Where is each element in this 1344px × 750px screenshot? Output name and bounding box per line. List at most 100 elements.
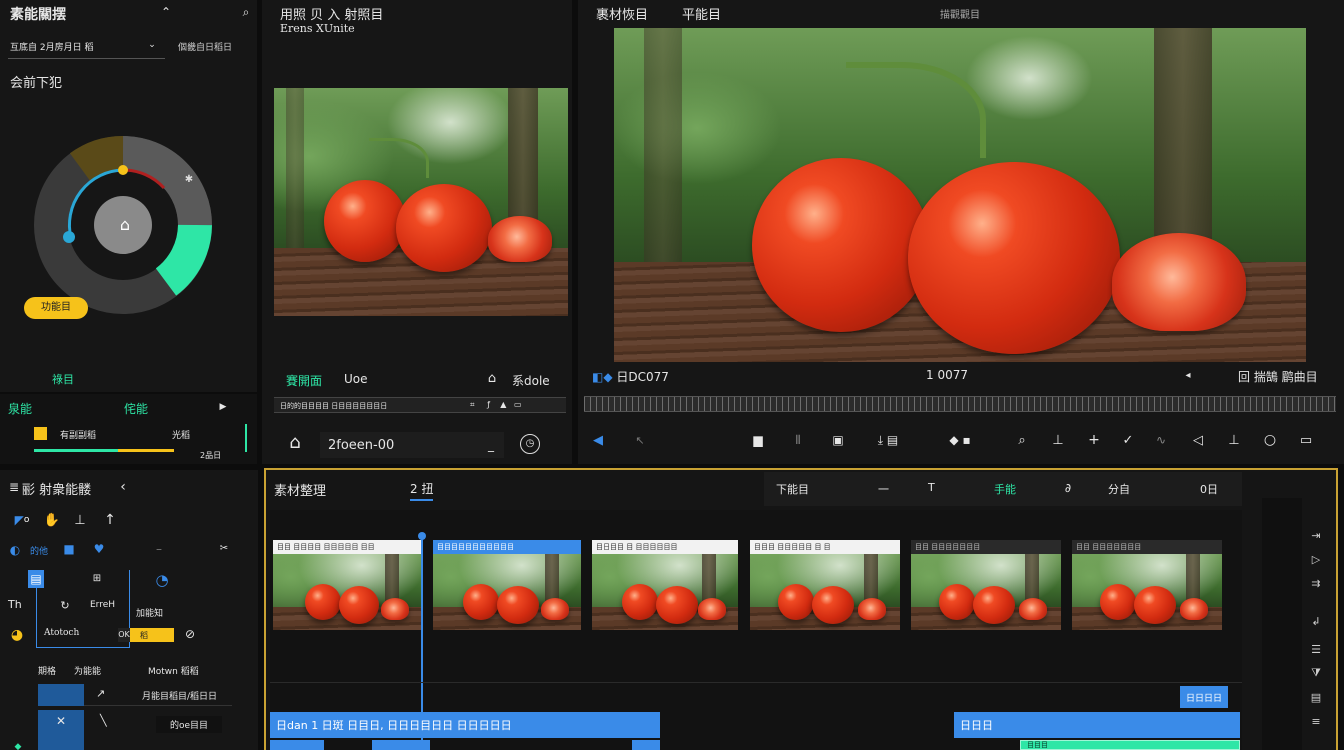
video-clip[interactable]: 目目目 目目目目目 目 目 — [750, 540, 900, 630]
dash-icon: – — [156, 542, 162, 556]
play-outline-icon[interactable]: ▷ — [1308, 552, 1324, 566]
zoom-icon[interactable]: ⌕ — [1014, 432, 1030, 448]
wave-icon[interactable]: ∿ — [1152, 432, 1170, 448]
checkbox[interactable] — [34, 427, 47, 440]
slash-circle-icon[interactable]: ⊘ — [182, 626, 198, 642]
search-icon[interactable]: ⌕ — [238, 4, 254, 20]
table-row[interactable]: ✕ ╲ 的oe目目 — [38, 710, 232, 750]
arrow-right-icon[interactable]: ⇥ — [1308, 528, 1324, 542]
video-clip-selected[interactable]: 目目目目目目目目目目目 — [433, 540, 581, 630]
panel-icon[interactable]: ▤ — [1308, 690, 1324, 704]
header-item-2[interactable]: 一 — [878, 481, 889, 497]
link-icon[interactable]: ∂ — [1060, 480, 1076, 496]
header-item-4[interactable]: 手能 — [994, 481, 1016, 497]
video-clip[interactable]: 目日目目 目 目目目目目目 — [592, 540, 738, 630]
tab-active[interactable]: 賽開面 — [286, 372, 322, 389]
program-scrubber[interactable] — [584, 396, 1336, 412]
clip-label: 目目 目目目目目目目 — [911, 540, 1061, 554]
hand-icon[interactable]: ✋ — [44, 512, 60, 528]
green-clip[interactable]: 目目目 — [1020, 740, 1240, 750]
triangle-left-icon[interactable]: ◁ — [1190, 432, 1206, 448]
lock-icon[interactable]: ▤ — [28, 570, 44, 588]
right-scroll-column[interactable] — [1262, 498, 1302, 750]
marker-icon[interactable]: ◂ — [1182, 370, 1194, 382]
base-icon[interactable]: ⊥ — [1226, 432, 1242, 448]
program-preview-image — [614, 28, 1306, 362]
tag-clip[interactable]: 日日日日 — [1180, 686, 1228, 708]
list-icon[interactable]: ☰ — [1308, 642, 1324, 656]
filter-dropdown[interactable]: 互底自 2月房月日 稻 — [10, 40, 93, 53]
lower-clip[interactable] — [632, 740, 660, 750]
paint-icon[interactable]: ◆ ▪ — [942, 432, 978, 448]
header-item-6[interactable]: 0日 — [1200, 481, 1218, 497]
timeline-title: 素材整理 — [274, 484, 327, 499]
video-icon[interactable]: ◤ o — [8, 512, 36, 528]
pen-icon[interactable]: ✓ — [1120, 432, 1136, 448]
home-small-icon[interactable]: ⌂ — [484, 370, 500, 386]
ok-badge-icon: OK — [118, 628, 130, 642]
audio-clip[interactable]: 日dan 1 日斑 日目日, 日日日目日日 日日日日日 — [270, 712, 660, 738]
upload-icon[interactable]: ⊥ — [72, 512, 88, 528]
program-title-2: 平能目 — [682, 8, 722, 23]
slider-icon[interactable]: ⫴ — [790, 432, 806, 448]
rotate-icon[interactable]: ↻ — [58, 598, 72, 612]
filter-icon[interactable]: ⧩ — [1308, 666, 1324, 680]
video-clip[interactable]: 目目 目目目目目目目 — [1072, 540, 1222, 630]
video-clip[interactable]: 目目 目目目目目目目 — [911, 540, 1061, 630]
tools-title: 彨 射衆能髅 — [22, 483, 92, 498]
enter-icon[interactable]: ↲ — [1308, 614, 1324, 628]
video-clip[interactable]: 目目 目目目目 目目目目目 目目 — [273, 540, 421, 630]
lower-clip[interactable] — [372, 740, 430, 750]
row3-c: 加能知 — [136, 609, 164, 619]
media-panel-title: 素能關摆 — [10, 7, 66, 23]
arrow-left-icon[interactable]: ◀ — [590, 432, 606, 448]
clock-blue-icon[interactable]: ◔ — [152, 570, 172, 590]
cut-icon[interactable]: ⤓ ▤ — [870, 432, 906, 448]
table-header-b: 为能能 — [74, 667, 102, 677]
playhead-handle[interactable] — [418, 532, 426, 540]
chevron-down-icon[interactable]: ⌄ — [147, 39, 157, 51]
right-label: 侘能 — [124, 402, 149, 416]
up-icon[interactable]: ↑ — [102, 512, 118, 528]
frame-icon[interactable]: ▣ — [830, 432, 846, 448]
menu-icon[interactable]: ≡ — [1308, 714, 1324, 728]
heart-icon[interactable]: ♥ — [92, 542, 106, 556]
counter: 2品日 — [200, 451, 222, 460]
skip-icon[interactable]: ⇉ — [1308, 576, 1324, 590]
close-icon[interactable]: ✕ — [56, 715, 66, 727]
chevron-up-icon[interactable]: ⌃ — [158, 4, 174, 20]
audio-clip[interactable]: 日日日 — [954, 712, 1240, 738]
folder-icon[interactable]: ■ — [62, 542, 76, 556]
function-badge[interactable]: 功能目 — [24, 297, 88, 319]
divider — [8, 58, 165, 59]
table-row1: 月能目稻目/稻日日 — [142, 692, 218, 702]
tab-right[interactable]: 系dole — [512, 372, 550, 389]
table-row[interactable]: ↗ 月能目稻目/稻日日 — [38, 684, 232, 706]
clip-label: 目日目目 目 目目目目目目 — [592, 540, 738, 554]
timeline-tab-2[interactable]: 2 扭 — [410, 480, 434, 501]
home-icon[interactable]: ⌂ — [284, 432, 306, 454]
monitor-icon[interactable]: ▭ — [1298, 432, 1314, 448]
program-panel: 裹材恢目 平能目 描觀觀目 ◧◆ 日DC077 1 0077 ◂ 回 揣鵠 鹛曲… — [578, 0, 1344, 464]
play-icon[interactable]: ▶ — [216, 400, 230, 414]
timecode-field[interactable]: 2foeen-00 _ — [320, 432, 504, 458]
row2-label: 的他 — [30, 547, 49, 557]
mini-slider[interactable] — [34, 449, 174, 452]
circle-icon[interactable]: ○ — [1262, 432, 1278, 448]
tab-other[interactable]: Uoe — [344, 372, 368, 386]
yellow-swirl-icon[interactable]: ◕ — [8, 626, 26, 644]
camera-icon[interactable]: ▆ — [750, 432, 766, 448]
source-preview-image — [274, 88, 568, 316]
scissor-icon[interactable]: ✂ — [216, 542, 232, 556]
cursor-icon[interactable]: ↖ — [632, 432, 648, 448]
anchor-icon[interactable]: ⊥ — [1050, 432, 1066, 448]
lower-clip[interactable] — [270, 740, 324, 750]
bookmark-icon: ⌂ — [119, 215, 131, 234]
header-item-5[interactable]: 分自 — [1108, 481, 1130, 497]
header-item-3[interactable]: T — [928, 481, 935, 494]
header-item-1[interactable]: 下能目 — [776, 481, 809, 497]
clock-icon[interactable]: ◷ — [520, 434, 540, 454]
chevron-left-icon[interactable]: ‹ — [116, 479, 130, 495]
pen-cursor-icon: ↗ — [96, 687, 106, 700]
plus-icon[interactable]: + — [1086, 432, 1102, 448]
